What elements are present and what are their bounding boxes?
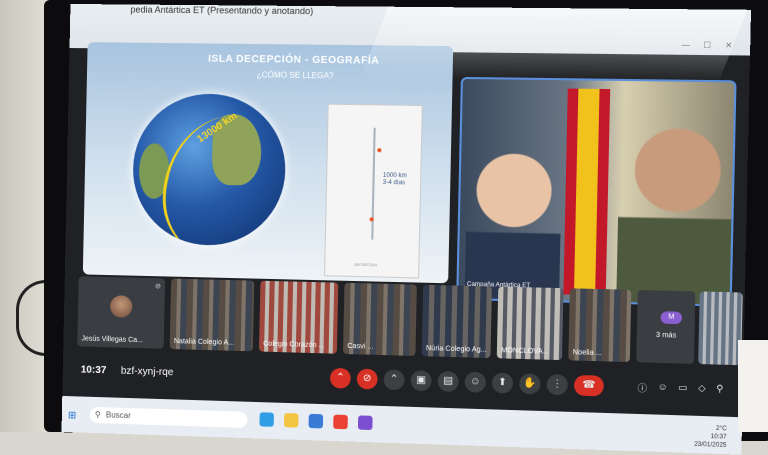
lock-icon[interactable]: ⚲ [716, 383, 723, 397]
presentation-slide: ISLA DECEPCIÓN - GEOGRAFÍA ¿CÓMO SE LLEG… [83, 42, 453, 283]
emoji-icon[interactable]: ☺ [465, 372, 486, 393]
monitor-screen: pedia Antártica ET (Presentando y anotan… [62, 4, 751, 455]
main-camera-tile[interactable]: Campaña Antártica ET [456, 77, 736, 307]
participant-tile[interactable]: ⊘ Jesús Villegas Ca... [77, 276, 165, 348]
people-icon[interactable]: ☺ [658, 381, 668, 395]
slide-subtitle: ¿CÓMO SE LLEGA? [257, 70, 334, 80]
participant-tile[interactable] [698, 291, 743, 365]
window-title: pedia Antártica ET (Presentando y anotan… [130, 5, 313, 17]
control-buttons: ⌃ ⊘ ⌃ ▣ ▤ ☺ ⬆ ✋ ⋮ ☎ [330, 368, 604, 397]
minimize-icon[interactable]: — [679, 40, 692, 50]
participant-video [464, 147, 562, 303]
participant-name: Jesús Villegas Ca... [81, 335, 143, 344]
route-arc [162, 113, 287, 246]
windows-taskbar: ⊞ ⚲ Buscar 2°C 10:37 23/01/2025 [62, 396, 743, 455]
globe-image: 13000 km [132, 93, 287, 247]
end-call-button[interactable]: ☎ [574, 375, 604, 396]
spain-flag [563, 89, 610, 296]
more-label: 3 más [656, 332, 677, 340]
participant-tile[interactable]: Noelia ... [568, 288, 631, 362]
participant-name: MONCLOVA... [501, 347, 549, 356]
avatar [110, 295, 133, 318]
map-duration: 3-4 días [383, 180, 407, 188]
more-options-icon[interactable]: ⋮ [546, 374, 568, 395]
route-map: 1000 km 3-4 días ANTARTIDA [324, 104, 423, 279]
chevron-up-icon[interactable]: ⌃ [330, 368, 351, 389]
windows-start-icon[interactable]: ⊞ [68, 410, 77, 421]
close-icon[interactable]: ✕ [722, 41, 735, 52]
map-footer: ANTARTIDA [354, 262, 377, 268]
map-point [370, 217, 374, 221]
mic-off-icon: ⊘ [155, 282, 161, 290]
map-point [377, 148, 381, 152]
more-participants-tile[interactable]: M 3 más [636, 290, 695, 364]
participant-tile[interactable]: Núria Colegio Ag... [422, 285, 492, 358]
participant-tile[interactable]: Natalia Colegio A... [170, 279, 255, 352]
edge-icon[interactable] [259, 412, 274, 427]
folder-icon[interactable] [284, 413, 299, 428]
system-tray: 2°C 10:37 23/01/2025 [694, 424, 727, 450]
store-icon[interactable] [309, 414, 324, 429]
participant-video [616, 122, 736, 306]
chat-icon[interactable]: ▭ [678, 382, 687, 396]
meeting-code: bzf-xynj-rqe [121, 366, 174, 379]
maximize-icon[interactable]: ☐ [701, 40, 714, 51]
map-label: 1000 km 3-4 días [383, 173, 407, 188]
raise-hand-icon[interactable]: ✋ [519, 373, 540, 394]
chevron-up-icon[interactable]: ⌃ [384, 369, 405, 390]
participant-name: Casvi ... [347, 343, 373, 351]
captions-icon[interactable]: ▤ [438, 371, 459, 392]
more-badge: M [660, 311, 682, 324]
info-icon[interactable]: ⓘ [637, 381, 647, 395]
search-placeholder: Buscar [106, 410, 131, 420]
clock-date: 23/01/2025 [694, 441, 726, 450]
map-route-line [371, 128, 375, 240]
camera-icon[interactable]: ▣ [410, 370, 431, 391]
mic-off-icon[interactable]: ⊘ [357, 369, 378, 390]
taskbar-search[interactable]: ⚲ Buscar [90, 407, 248, 428]
search-icon: ⚲ [95, 407, 101, 423]
chrome-icon[interactable] [333, 415, 348, 430]
activities-icon[interactable]: ◇ [698, 383, 706, 397]
window-controls: — ☐ ✕ [679, 40, 735, 51]
taskbar-apps [259, 412, 372, 430]
participant-tile[interactable]: MONCLOVA... [497, 287, 564, 361]
participant-name: Noelia ... [573, 349, 602, 357]
present-icon[interactable]: ⬆ [492, 373, 513, 394]
teams-icon[interactable] [358, 415, 373, 430]
wall-sticker [738, 340, 768, 432]
slide-title: ISLA DECEPCIÓN - GEOGRAFÍA [208, 54, 379, 67]
participant-video [698, 291, 743, 365]
participant-tile[interactable]: Casvi ... [343, 283, 417, 356]
right-tools: ⓘ ☺ ▭ ◇ ⚲ [637, 381, 723, 397]
participant-tile[interactable]: Colegio Corazón ... [259, 281, 338, 354]
meeting-time: 10:37 [81, 364, 107, 376]
